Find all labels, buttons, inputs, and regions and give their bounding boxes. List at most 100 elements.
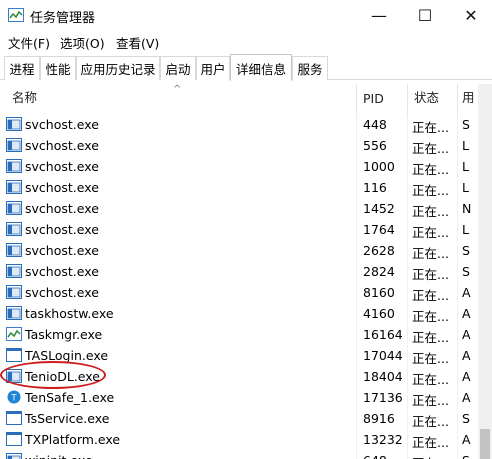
- column-divider: [407, 240, 408, 261]
- service-icon: [6, 117, 22, 131]
- column-divider: [356, 345, 357, 366]
- tab-startup[interactable]: 启动: [160, 56, 196, 80]
- process-pid: 556: [363, 138, 387, 153]
- column-divider: [356, 408, 357, 429]
- column-divider: [407, 156, 408, 177]
- table-row[interactable]: svchost.exe 2824 正在... S: [0, 261, 478, 282]
- tab-services[interactable]: 服务: [292, 56, 328, 80]
- process-name: svchost.exe: [25, 264, 99, 279]
- column-divider: [407, 429, 408, 450]
- column-divider: [457, 282, 458, 303]
- process-pid: 18404: [363, 369, 403, 384]
- column-divider: [356, 198, 357, 219]
- table-row[interactable]: TsService.exe 8916 正在... S: [0, 408, 478, 429]
- column-divider: [457, 198, 458, 219]
- process-pid: 1764: [363, 222, 395, 237]
- column-divider: [457, 408, 458, 429]
- process-name: TXPlatform.exe: [25, 432, 121, 447]
- tab-performance[interactable]: 性能: [40, 56, 76, 80]
- table-row[interactable]: svchost.exe 116 正在... L: [0, 177, 478, 198]
- column-divider: [457, 261, 458, 282]
- close-button[interactable]: ✕: [448, 0, 492, 30]
- process-pid: 1000: [363, 159, 395, 174]
- process-status: 正在...: [412, 414, 449, 429]
- process-user: S: [462, 453, 478, 459]
- column-header-user[interactable]: 用: [462, 84, 475, 114]
- table-row[interactable]: svchost.exe 556 正在... L: [0, 135, 478, 156]
- process-pid: 17136: [363, 390, 403, 405]
- table-row[interactable]: svchost.exe 8160 正在... A: [0, 282, 478, 303]
- table-row[interactable]: wininit.exe 648 正在... S: [0, 450, 478, 459]
- table-row[interactable]: svchost.exe 2628 正在... S: [0, 240, 478, 261]
- maximize-button[interactable]: ☐: [402, 0, 448, 30]
- service-icon: [6, 159, 22, 173]
- process-status: 正在...: [412, 141, 449, 156]
- column-header-status[interactable]: 状态: [414, 84, 439, 114]
- column-divider: [457, 387, 458, 408]
- column-divider: [407, 219, 408, 240]
- column-divider: [407, 261, 408, 282]
- menu-view[interactable]: 查看(V): [116, 33, 159, 52]
- column-header-pid[interactable]: PID: [363, 84, 384, 114]
- taskmgr-icon: [6, 327, 22, 341]
- process-pid: 2824: [363, 264, 395, 279]
- column-divider[interactable]: [356, 84, 357, 114]
- column-divider: [407, 177, 408, 198]
- process-pid: 17044: [363, 348, 403, 363]
- vertical-scrollbar[interactable]: [478, 84, 492, 459]
- table-row[interactable]: svchost.exe 1764 正在... L: [0, 219, 478, 240]
- process-pid: 8916: [363, 411, 395, 426]
- tab-details[interactable]: 详细信息: [230, 54, 292, 81]
- process-status: 正在...: [412, 120, 449, 135]
- service-icon: [6, 453, 22, 459]
- column-divider[interactable]: [457, 84, 458, 114]
- process-pid: 16164: [363, 327, 403, 342]
- table-row[interactable]: T TenSafe_1.exe 17136 正在... A: [0, 387, 478, 408]
- column-divider: [356, 387, 357, 408]
- table-row[interactable]: Taskmgr.exe 16164 正在... A: [0, 324, 478, 345]
- service-icon: [6, 306, 22, 320]
- column-divider: [457, 219, 458, 240]
- column-divider: [407, 135, 408, 156]
- process-name: svchost.exe: [25, 180, 99, 195]
- process-pid: 4160: [363, 306, 395, 321]
- column-divider: [356, 135, 357, 156]
- column-divider: [356, 324, 357, 345]
- table-row[interactable]: svchost.exe 1000 正在... L: [0, 156, 478, 177]
- table-row[interactable]: svchost.exe 448 正在... S: [0, 114, 478, 135]
- process-status: 正在...: [412, 453, 458, 459]
- window-icon: [6, 411, 22, 425]
- column-header-name[interactable]: 名称: [12, 84, 37, 114]
- tab-app-history[interactable]: 应用历史记录: [76, 56, 160, 80]
- table-row[interactable]: taskhostw.exe 4160 正在... A: [0, 303, 478, 324]
- service-icon: [6, 222, 22, 236]
- column-divider: [407, 303, 408, 324]
- process-status: 正在...: [412, 372, 449, 387]
- menu-file[interactable]: 文件(F): [8, 33, 50, 52]
- column-divider: [457, 366, 458, 387]
- process-name: wininit.exe: [25, 453, 355, 459]
- minimize-button[interactable]: —: [356, 0, 402, 30]
- tab-users[interactable]: 用户: [196, 56, 230, 80]
- column-divider: [457, 177, 458, 198]
- scrollbar-thumb[interactable]: [480, 429, 490, 459]
- process-user: A: [462, 285, 471, 300]
- tab-bar: 进程 性能 应用历史记录 启动 用户 详细信息 服务: [0, 54, 492, 81]
- process-user: A: [462, 369, 471, 384]
- column-divider: [457, 429, 458, 450]
- process-name: svchost.exe: [25, 117, 99, 132]
- service-icon: [6, 243, 22, 257]
- process-user: S: [462, 264, 470, 279]
- window-icon: [6, 432, 22, 446]
- process-user: S: [462, 243, 470, 258]
- window-icon: [6, 348, 22, 362]
- tab-processes[interactable]: 进程: [4, 56, 40, 80]
- table-row[interactable]: TXPlatform.exe 13232 正在... A: [0, 429, 478, 450]
- service-icon: [6, 180, 22, 194]
- menu-options[interactable]: 选项(O): [60, 33, 105, 52]
- table-row[interactable]: svchost.exe 1452 正在... N: [0, 198, 478, 219]
- process-user: L: [462, 222, 469, 237]
- process-user: A: [462, 348, 471, 363]
- column-divider: [457, 450, 458, 459]
- column-divider[interactable]: [407, 84, 408, 114]
